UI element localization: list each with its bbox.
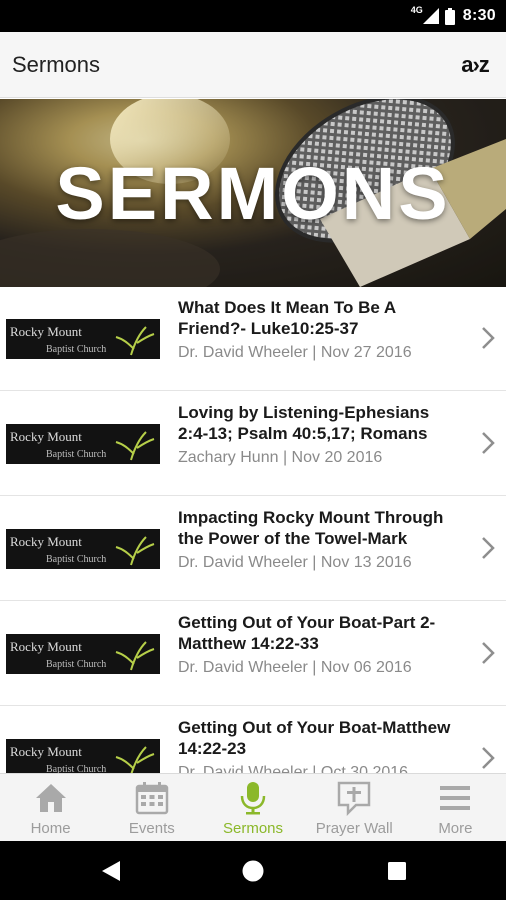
thumbnail-line1: Rocky Mount [10,639,82,654]
sermon-title: What Does It Mean To Be A Friend?- Luke1… [178,298,396,338]
tab-prayer-wall[interactable]: Prayer Wall [304,774,405,841]
back-icon [102,861,120,881]
list-item[interactable]: Rocky Mount Baptist Church Getting Out o… [0,707,506,773]
thumbnail-line1: Rocky Mount [10,324,82,339]
sermon-meta: Dr. David Wheeler | Nov 27 2016 [178,344,412,361]
prayer-wall-icon [337,781,371,816]
tab-label: Events [128,820,175,837]
page-title: Sermons [12,52,101,77]
battery-icon [444,7,455,25]
sermon-title: Impacting Rocky Mount Through the Power … [178,508,444,548]
list-item[interactable]: Rocky Mount Baptist Church Loving by Lis… [0,392,506,496]
thumbnail-line2: Baptist Church [46,659,106,670]
tab-events[interactable]: Events [101,774,202,841]
app-bar: Sermons a›z [0,32,506,98]
tab-more[interactable]: More [405,774,506,841]
sort-az-label: a›z [461,52,490,77]
thumbnail-line1: Rocky Mount [10,534,82,549]
sermons-banner: SERMONS [0,99,506,287]
chevron-right-icon [482,327,495,349]
thumbnail-line1: Rocky Mount [10,429,82,444]
sermon-list: Rocky Mount Baptist Church What Does It … [0,287,506,773]
sermon-title: Getting Out of Your Boat-Part 2-Matthew … [178,613,436,653]
recents-icon [388,862,406,880]
sermon-title: Loving by Listening-Ephesians 2:4-13; Ps… [178,403,430,443]
list-item[interactable]: Rocky Mount Baptist Church Getting Out o… [0,602,506,706]
network-type: 4G [410,5,423,15]
chevron-right-icon [482,537,495,559]
sermon-thumbnail: Rocky Mount Baptist Church [6,739,160,773]
recents-button[interactable] [382,856,412,886]
tab-label: Sermons [222,820,284,837]
banner-title: SERMONS [55,152,451,235]
sermon-meta: Zachary Hunn | Nov 20 2016 [178,449,383,466]
chevron-right-icon [482,747,495,769]
sermon-title: Getting Out of Your Boat-Matthew 14:22-2… [178,718,451,758]
thumbnail-line2: Baptist Church [46,554,106,565]
thumbnail-line1: Rocky Mount [10,744,82,759]
menu-icon [440,786,471,810]
tab-label: Home [30,820,71,837]
chevron-right-icon [482,642,495,664]
thumbnail-line2: Baptist Church [46,344,106,355]
signal-icon [422,8,439,24]
chevron-right-icon [482,432,495,454]
tab-label: Prayer Wall [315,820,393,837]
home-icon [35,784,66,812]
sermon-meta: Dr. David Wheeler | Nov 13 2016 [178,554,412,571]
home-button[interactable] [238,856,268,886]
microphone-icon [240,782,266,815]
tab-label: More [438,820,473,837]
navigation-bar [0,841,506,900]
home-circle-icon [242,860,264,882]
tab-home[interactable]: Home [0,774,101,841]
sermon-thumbnail: Rocky Mount Baptist Church [6,319,160,359]
back-button[interactable] [96,856,126,886]
sermon-thumbnail: Rocky Mount Baptist Church [6,634,160,674]
thumbnail-line2: Baptist Church [46,764,106,773]
tab-sermons[interactable]: Sermons [202,774,303,841]
sermon-meta: Dr. David Wheeler | Oct 30 2016 [178,764,409,773]
thumbnail-line2: Baptist Church [46,449,106,460]
list-item[interactable]: Rocky Mount Baptist Church Impacting Roc… [0,497,506,601]
sort-az-button[interactable]: a›z [454,50,496,80]
status-icons: 4G 8:30 [411,0,496,32]
status-time: 8:30 [462,7,496,24]
sermon-thumbnail: Rocky Mount Baptist Church [6,424,160,464]
status-bar: 4G 8:30 [0,0,506,32]
bottom-tab-bar: Home Events Sermons Prayer Wall More [0,773,506,841]
sermon-thumbnail: Rocky Mount Baptist Church [6,529,160,569]
sermon-meta: Dr. David Wheeler | Nov 06 2016 [178,659,412,676]
list-item[interactable]: Rocky Mount Baptist Church What Does It … [0,287,506,391]
calendar-icon [135,782,169,815]
